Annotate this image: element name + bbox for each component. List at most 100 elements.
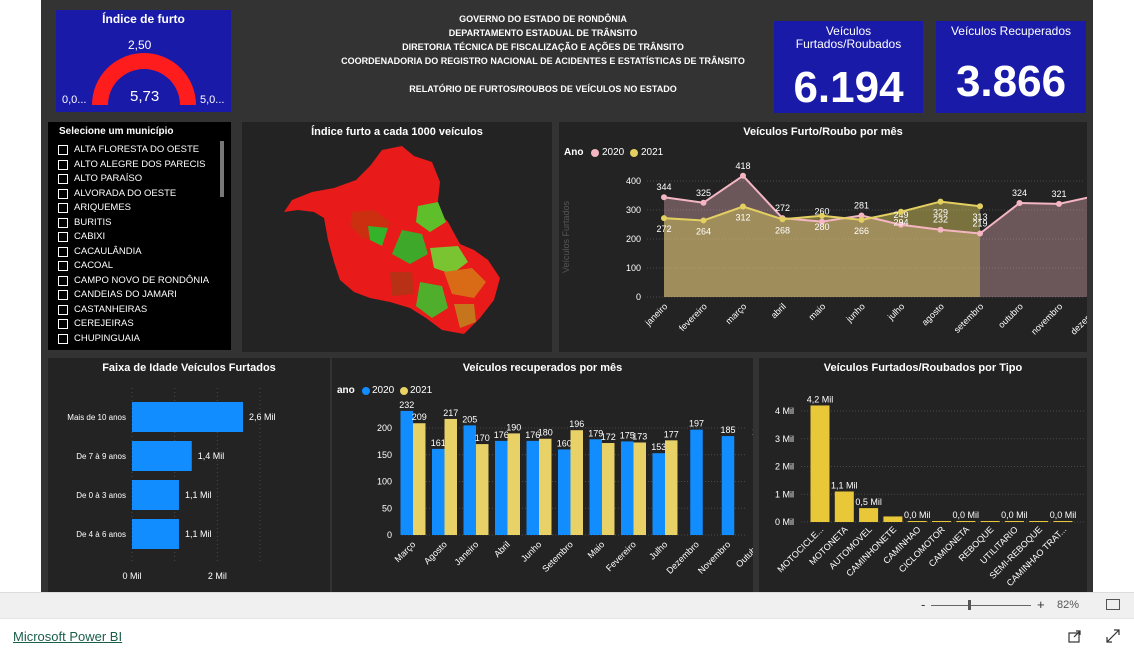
point-2021 xyxy=(779,216,786,223)
data-label-2021: 313 xyxy=(972,212,987,222)
bar-2021 xyxy=(539,438,552,535)
x-tick-label: maio xyxy=(807,301,828,322)
vehicle-type-chart[interactable]: Veículos Furtados/Roubados por Tipo 0 Mi… xyxy=(759,358,1087,592)
bar-2020 xyxy=(589,439,602,535)
data-label: 1,1 Mil xyxy=(185,490,212,500)
data-label: 0,0 Mil xyxy=(953,510,980,520)
data-label-2020: 272 xyxy=(775,203,790,213)
slicer-item[interactable]: CASTANHEIRAS xyxy=(58,303,224,317)
footer-bar: Microsoft Power BI xyxy=(0,618,1134,653)
zoom-in-button[interactable]: + xyxy=(1037,597,1045,612)
x-tick-label: 2 Mil xyxy=(208,571,227,581)
power-bi-link[interactable]: Microsoft Power BI xyxy=(13,629,122,644)
checkbox[interactable] xyxy=(58,203,68,213)
recovered-by-month-chart[interactable]: Veículos recuperados por mês ano 2020 20… xyxy=(332,358,753,592)
data-label-2020: 205 xyxy=(462,414,477,424)
share-icon[interactable] xyxy=(1068,629,1082,643)
rondonia-map[interactable] xyxy=(242,122,552,352)
zoom-slider-thumb[interactable] xyxy=(968,600,971,610)
data-label-2021: 329 xyxy=(933,208,948,218)
gauge-card[interactable]: Índice de furto 2,50 0,0... 5,0... 5,73 xyxy=(56,10,231,112)
age-chart-plot[interactable]: Mais de 10 anos 2,6 Mil De 7 à 9 anos 1,4 M… xyxy=(48,358,330,592)
checkbox[interactable] xyxy=(58,261,68,271)
slicer-item-label: CACOAL xyxy=(74,260,114,271)
x-tick-label: fevereiro xyxy=(677,301,709,333)
kpi-stolen-label: Veículos Furtados/Roubados xyxy=(795,24,902,51)
type-chart-plot[interactable]: 0 Mil1 Mil2 Mil3 Mil4 Mil4,2 MilMOTOCICL… xyxy=(759,358,1087,592)
x-tick-label: julho xyxy=(885,301,906,322)
fullscreen-icon[interactable] xyxy=(1106,629,1120,643)
checkbox[interactable] xyxy=(58,275,68,286)
bar-2021 xyxy=(633,442,646,535)
slicer-item[interactable]: CABIXI xyxy=(58,230,224,244)
slicer-item[interactable]: ALTO ALEGRE DOS PARECIS xyxy=(58,158,224,172)
x-tick-label: Abril xyxy=(492,539,512,559)
map-region[interactable] xyxy=(390,272,414,296)
y-tick-label: 0 xyxy=(387,530,392,540)
x-tick-label: Agosto xyxy=(422,539,449,566)
checkbox[interactable] xyxy=(58,217,68,228)
zoom-slider-track[interactable] xyxy=(931,605,1031,606)
slicer-item[interactable]: ALTA FLORESTA DO OESTE xyxy=(58,143,224,157)
bar-2020 xyxy=(621,441,634,535)
kpi-stolen-card[interactable]: Veículos Furtados/Roubados 6.194 xyxy=(774,21,923,113)
checkbox[interactable] xyxy=(58,145,68,155)
slicer-item[interactable]: CACAULÂNDIA xyxy=(58,245,224,259)
slicer-item-label: CHUPINGUAIA xyxy=(74,332,140,344)
y-tick-label: 100 xyxy=(377,477,392,487)
data-label-2020: 160 xyxy=(557,438,572,448)
bar xyxy=(1053,521,1073,522)
bar xyxy=(907,521,927,522)
data-label-2021: 196 xyxy=(569,419,584,429)
slicer-item[interactable]: CHUPINGUAIA xyxy=(58,332,224,346)
bar-2021 xyxy=(665,440,678,535)
slicer-item[interactable]: CEREJEIRAS xyxy=(58,317,224,331)
checkbox[interactable] xyxy=(58,232,68,242)
x-tick-label: Junho xyxy=(519,539,543,563)
y-tick-label: 1 Mil xyxy=(775,489,794,499)
y-tick-label: 2 Mil xyxy=(775,462,794,472)
checkbox[interactable] xyxy=(58,188,68,199)
bar xyxy=(859,508,879,522)
data-label: 0,0 Mil xyxy=(1001,510,1028,520)
municipality-slicer[interactable]: Selecione um município ALTA FLORESTA DO … xyxy=(48,122,231,350)
monthly-theft-chart[interactable]: Veículos Furto/Roubo por mês Ano 2020 20… xyxy=(559,122,1087,352)
bar-2020 xyxy=(400,410,413,535)
slicer-item[interactable]: BURITIS xyxy=(58,216,224,230)
bar xyxy=(1004,521,1024,522)
bar xyxy=(810,405,830,522)
checkbox[interactable] xyxy=(58,174,68,184)
checkbox[interactable] xyxy=(58,319,68,329)
point-2021 xyxy=(937,198,944,205)
data-label-2021: 217 xyxy=(443,408,458,418)
zoom-out-button[interactable]: - xyxy=(921,597,925,612)
age-range-chart[interactable]: Faixa de Idade Veículos Furtados Mais de… xyxy=(48,358,330,592)
fit-page-icon[interactable] xyxy=(1106,599,1120,610)
slicer-item[interactable]: ARIQUEMES xyxy=(58,201,224,215)
slicer-item[interactable]: CACOAL xyxy=(58,259,224,273)
monthly-chart-plot[interactable]: Veículos Furtados 0 100 200 300 400 janeiro fev… xyxy=(559,122,1087,352)
checkbox[interactable] xyxy=(58,304,68,315)
data-label-2020: 197 xyxy=(689,419,704,429)
recovered-chart-plot[interactable]: 0 50 100 150 200 232 209 Março 161 217 Agosto 205 17… xyxy=(332,358,753,592)
kpi-recovered-card[interactable]: Veículos Recuperados 3.866 xyxy=(936,21,1086,113)
x-tick-label: agosto xyxy=(920,301,946,327)
slicer-item[interactable]: CAMPO NOVO DE RONDÔNIA xyxy=(58,274,224,288)
slicer-item[interactable]: ALTO PARAÍSO xyxy=(58,172,224,186)
data-label: 0,0 Mil xyxy=(904,510,931,520)
checkbox[interactable] xyxy=(58,246,68,257)
data-label-2021: 172 xyxy=(601,432,616,442)
checkbox[interactable] xyxy=(58,159,68,170)
map-panel[interactable]: Índice furto a cada 1000 veículos xyxy=(242,122,552,352)
slicer-scrollbar[interactable] xyxy=(220,141,224,197)
checkbox[interactable] xyxy=(58,333,68,344)
slicer-item[interactable]: CANDEIAS DO JAMARI xyxy=(58,288,224,302)
y-tick-label: De 4 à 6 anos xyxy=(76,530,126,539)
data-label-2020: 418 xyxy=(735,161,750,171)
data-label: 1,1 Mil xyxy=(831,480,858,490)
data-label-2020: 344 xyxy=(656,182,671,192)
slicer-item[interactable]: ALVORADA DO OESTE xyxy=(58,187,224,201)
zoom-level: 82% xyxy=(1057,599,1080,611)
checkbox[interactable] xyxy=(58,290,68,300)
y-tick-label: 0 xyxy=(636,292,641,302)
